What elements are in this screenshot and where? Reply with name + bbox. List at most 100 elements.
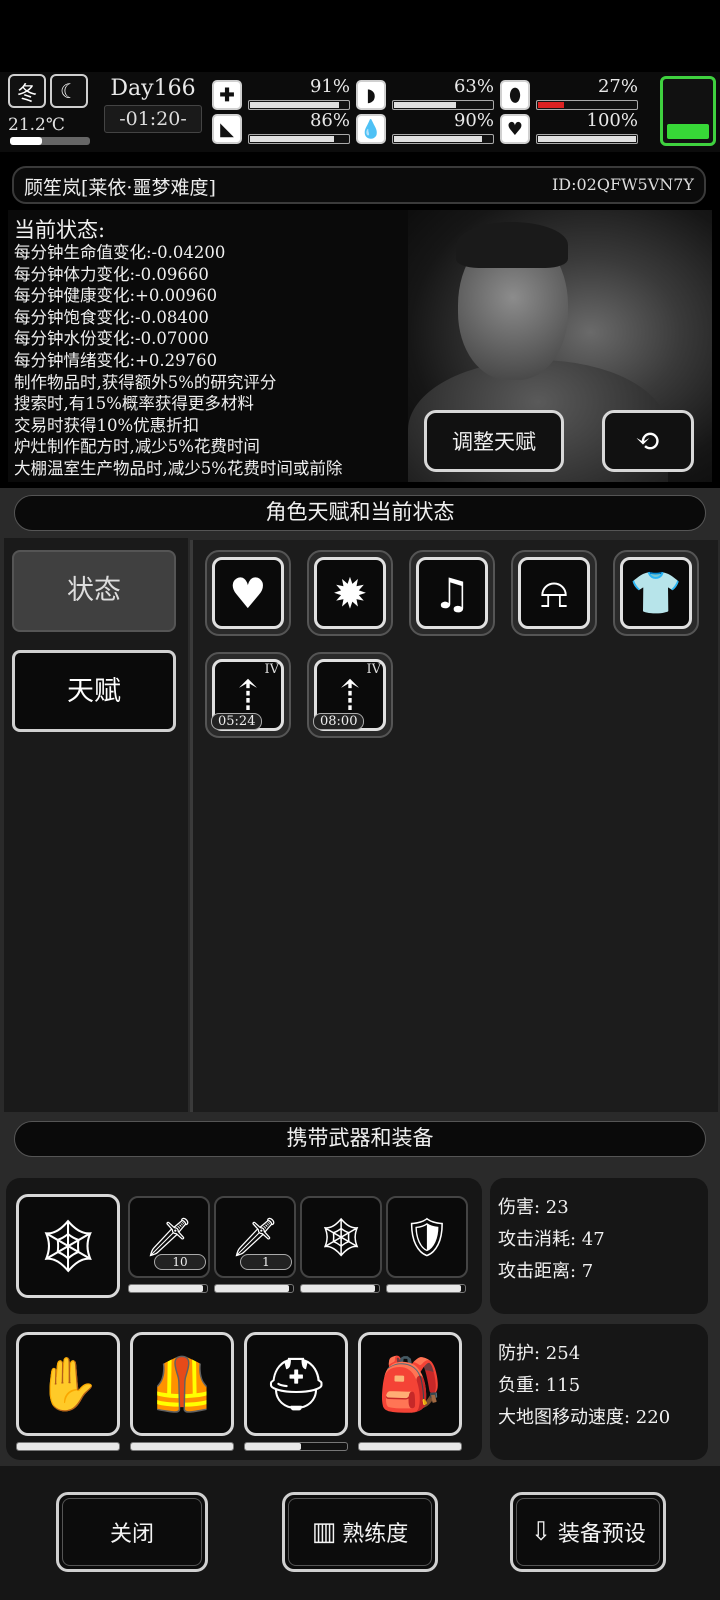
moon-icon: ☾ — [50, 74, 88, 108]
stat-percent: 91% — [309, 76, 350, 97]
stat-bar — [536, 100, 638, 110]
game-clock: -01:20- — [104, 105, 202, 133]
weapon-slot[interactable]: 🗡 1 — [214, 1196, 296, 1278]
main-weapon-slot[interactable]: 🕸 — [16, 1194, 120, 1298]
durability-bar — [358, 1442, 462, 1451]
alarm-icon: ⍾ — [518, 557, 590, 629]
armor-stat-line: 大地图移动速度: 220 — [498, 1407, 671, 1428]
weapon-slot[interactable]: 🗡 10 — [128, 1196, 210, 1278]
talents-sidebar: 状态 天赋 — [4, 538, 188, 1112]
status-line: 每分钟情绪变化:+0.29760 — [14, 350, 218, 370]
buff-slot[interactable]: 👕 — [613, 550, 699, 636]
character-name: 顾笙岚[莱依·噩梦难度] — [24, 177, 216, 199]
status-lines: 每分钟生命值变化:-0.04200 每分钟体力变化:-0.09660 每分钟健康变化… — [14, 242, 342, 480]
player-id: ID:02QFW5VN7Y — [551, 175, 694, 194]
stat-percent: 90% — [453, 110, 494, 131]
armor-slot[interactable]: ✋ — [16, 1332, 120, 1436]
close-button[interactable]: 关闭 — [56, 1492, 208, 1572]
health-kit-icon: ✚ — [212, 80, 242, 110]
proficiency-button[interactable]: ▥ 熟练度 — [282, 1492, 438, 1572]
backpack-icon: 🎒 — [377, 1354, 443, 1415]
status-line: 每分钟饱食变化:-0.08400 — [14, 307, 209, 327]
stat-stamina: ◣ 86% — [212, 110, 352, 146]
water-icon: 💧 — [356, 114, 386, 144]
stat-stomach: ◗ 63% — [356, 76, 496, 112]
armor-slot[interactable]: ⛑ — [244, 1332, 348, 1436]
equipment-area: 🕸 🗡 10 🗡 1 🕸 🛡 伤害: 23 攻击消耗: 47 攻击距离: 7 ✋ 🦺 ⛑ 🎒 防护:… — [0, 1164, 720, 1466]
status-line: 大棚温室生产物品时,减少5%花费时间或前除 — [14, 458, 343, 478]
durability-bar — [300, 1284, 380, 1293]
status-line: 炉灶制作配方时,减少5%花费时间 — [14, 437, 260, 457]
buff-slot[interactable]: ⍾ — [511, 550, 597, 636]
talents-area: 状态 天赋 ♥ ✹ ♫ ⍾ 👕 ⇡ IV 05:24 ⇡ IV 08:00 — [0, 538, 720, 1114]
status-title: 当前状态: — [14, 218, 106, 242]
outfit-swap-button[interactable]: ⟲ — [602, 410, 694, 472]
stat-health-kit: ✚ 91% — [212, 76, 352, 112]
day-clock: Day166 -01:20- — [104, 76, 202, 146]
stomach-icon: ◗ — [356, 80, 386, 110]
temperature: 21.2℃ — [8, 115, 65, 135]
riot-shield-icon: 🛡 — [402, 1214, 452, 1259]
durability-bar — [214, 1284, 294, 1293]
heart-icon: ♥ — [212, 557, 284, 629]
spear-icon: 🗡 — [230, 1214, 280, 1259]
stat-bar — [248, 134, 350, 144]
armor-slot[interactable]: 🦺 — [130, 1332, 234, 1436]
armor-stats: 防护: 254 负重: 115 大地图移动速度: 220 — [490, 1324, 708, 1460]
ammo-count: 10 — [154, 1254, 206, 1270]
helmet-icon: ⛑ — [262, 1354, 329, 1415]
weapon-slot[interactable]: 🕸 — [300, 1196, 382, 1278]
weapon-stats: 伤害: 23 攻击消耗: 47 攻击距离: 7 — [490, 1178, 708, 1314]
durability-bar — [386, 1284, 466, 1293]
durability-bar — [128, 1284, 208, 1293]
music-heart-icon: ♫ — [416, 557, 488, 629]
stat-water: 💧 90% — [356, 110, 496, 146]
buff-slot[interactable]: ✹ — [307, 550, 393, 636]
stamina-icon: ◣ — [212, 114, 242, 144]
bladder-icon: ⬮ — [500, 80, 530, 110]
equipment-section-header: 携带武器和装备 — [0, 1114, 720, 1164]
season-label: 冬 — [17, 80, 37, 105]
status-line: 交易时获得10%优惠折扣 — [14, 415, 200, 435]
status-line: 每分钟体力变化:-0.09660 — [14, 264, 209, 284]
armor-stat-line: 防护: 254 — [498, 1343, 581, 1364]
temperature-bar — [10, 137, 90, 145]
buff-slot[interactable]: ♥ — [205, 550, 291, 636]
virus-icon: ✹ — [314, 557, 386, 629]
day-counter: Day166 — [110, 76, 196, 101]
armor-group: ✋ 🦺 ⛑ 🎒 — [6, 1324, 482, 1460]
weapon-stat-line: 攻击消耗: 47 — [498, 1229, 605, 1250]
weapon-group: 🕸 🗡 10 🗡 1 🕸 🛡 — [6, 1178, 482, 1314]
net-icon: 🕸 — [316, 1214, 366, 1259]
buff-level: IV — [264, 662, 279, 677]
buff-slot[interactable]: ⇡ IV 08:00 — [307, 652, 393, 738]
buff-level: IV — [366, 662, 381, 677]
status-line: 每分钟水份变化:-0.07000 — [14, 329, 209, 349]
weapon-stat-line: 伤害: 23 — [498, 1197, 569, 1218]
snow-season-icon: 冬 — [8, 74, 46, 108]
talents-section-title: 角色天赋和当前状态 — [14, 495, 706, 531]
status-line: 制作物品时,获得额外5%的研究评分 — [14, 372, 277, 392]
tab-talent[interactable]: 天赋 — [12, 650, 176, 732]
buff-slot[interactable]: ♫ — [409, 550, 495, 636]
bottom-bar: 关闭 ▥ 熟练度 ⇩ 装备预设 — [0, 1466, 720, 1600]
adjust-talent-button[interactable]: 调整天赋 — [424, 410, 564, 472]
shirt-icon: 👕 — [620, 557, 692, 629]
weapon-stat-line: 攻击距离: 7 — [498, 1261, 594, 1282]
status-line: 每分钟生命值变化:-0.04200 — [14, 243, 226, 262]
refresh-shirt-icon: ⟲ — [635, 423, 661, 459]
gloves-icon: ✋ — [35, 1354, 101, 1415]
equipment-preset-button[interactable]: ⇩ 装备预设 — [510, 1492, 666, 1572]
stat-bar — [248, 100, 350, 110]
durability-bar — [130, 1442, 234, 1451]
body-armor-icon: 🦺 — [149, 1354, 215, 1415]
tab-status[interactable]: 状态 — [12, 550, 176, 632]
mood-icon: ♥ — [500, 114, 530, 144]
buff-grid: ♥ ✹ ♫ ⍾ 👕 ⇡ IV 05:24 ⇡ IV 08:00 — [190, 540, 718, 1112]
armor-slot[interactable]: 🎒 — [358, 1332, 462, 1436]
stat-percent: 63% — [453, 76, 494, 97]
durability-bar — [16, 1442, 120, 1451]
buff-slot[interactable]: ⇡ IV 05:24 — [205, 652, 291, 738]
weapon-slot[interactable]: 🛡 — [386, 1196, 468, 1278]
equipment-section-title: 携带武器和装备 — [14, 1121, 706, 1157]
